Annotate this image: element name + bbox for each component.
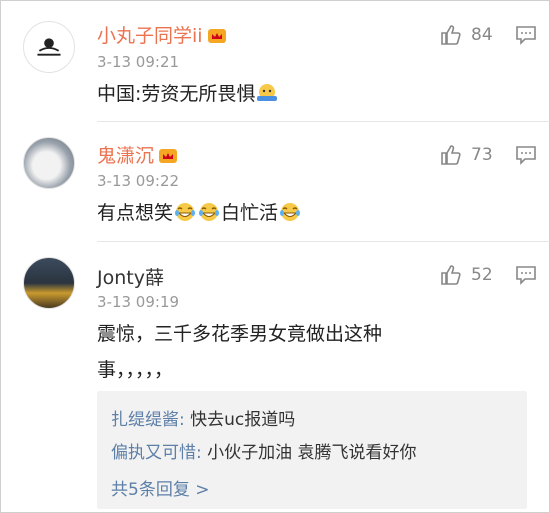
reply-username[interactable]: 偏执又可惜:: [111, 443, 202, 463]
comment-bubble-icon[interactable]: [515, 25, 537, 45]
divider: [97, 241, 550, 242]
like-count: 73: [471, 145, 493, 165]
vip-crown-icon: [207, 29, 226, 43]
comment-text: 震惊，三千多花季男女竟做出这种 事，，，，，: [97, 323, 383, 381]
reply-item[interactable]: 偏执又可惜: 小伙子加油 袁腾飞说看好你: [111, 438, 417, 463]
thumbs-up-icon: [441, 145, 461, 165]
laugh-cry-emoji-icon: [280, 203, 301, 221]
username[interactable]: Jonty薛: [97, 263, 164, 290]
shrug-emoji-icon: [257, 84, 278, 101]
reply-item[interactable]: 扎缇缇酱: 快去uc报道吗: [111, 405, 295, 430]
laugh-cry-emoji-icon: [175, 203, 196, 221]
replies-panel: 扎缇缇酱: 快去uc报道吗 偏执又可惜: 小伙子加油 袁腾飞说看好你 共5条回复…: [97, 391, 527, 509]
vip-crown-icon: [159, 149, 178, 163]
comment-bubble-icon[interactable]: [515, 265, 537, 285]
reply-username[interactable]: 扎缇缇酱:: [111, 410, 185, 430]
like-count: 84: [471, 25, 493, 45]
reply-text: 小伙子加油 袁腾飞说看好你: [201, 443, 417, 463]
like-button[interactable]: 52: [439, 263, 493, 287]
comment-text: 有点想笑 白忙活: [97, 198, 517, 228]
username[interactable]: 鬼潇沉: [97, 141, 178, 168]
comment-text: 中国:劳资无所畏惧: [97, 79, 517, 109]
comment-time: 3-13 09:19: [97, 293, 180, 311]
view-more-replies-link[interactable]: 共5条回复 >: [111, 475, 209, 500]
like-button[interactable]: 84: [439, 23, 493, 47]
thumbs-up-icon: [441, 25, 461, 45]
avatar[interactable]: [23, 137, 75, 189]
comment-list: 小丸子同学ii 3-13 09:21 中国:劳资无所畏惧 84 鬼潇沉 3-13…: [0, 0, 550, 513]
comment-time: 3-13 09:22: [97, 172, 180, 190]
avatar[interactable]: [23, 21, 75, 73]
reply-text: 快去uc报道吗: [184, 410, 296, 430]
username[interactable]: 小丸子同学ii: [97, 21, 227, 48]
laugh-cry-emoji-icon: [199, 203, 220, 221]
comment-bubble-icon[interactable]: [515, 145, 537, 165]
avatar[interactable]: [23, 257, 75, 309]
comment-time: 3-13 09:21: [97, 53, 180, 71]
like-count: 52: [471, 265, 493, 285]
thumbs-up-icon: [441, 265, 461, 285]
divider: [97, 121, 550, 122]
like-button[interactable]: 73: [439, 143, 493, 167]
